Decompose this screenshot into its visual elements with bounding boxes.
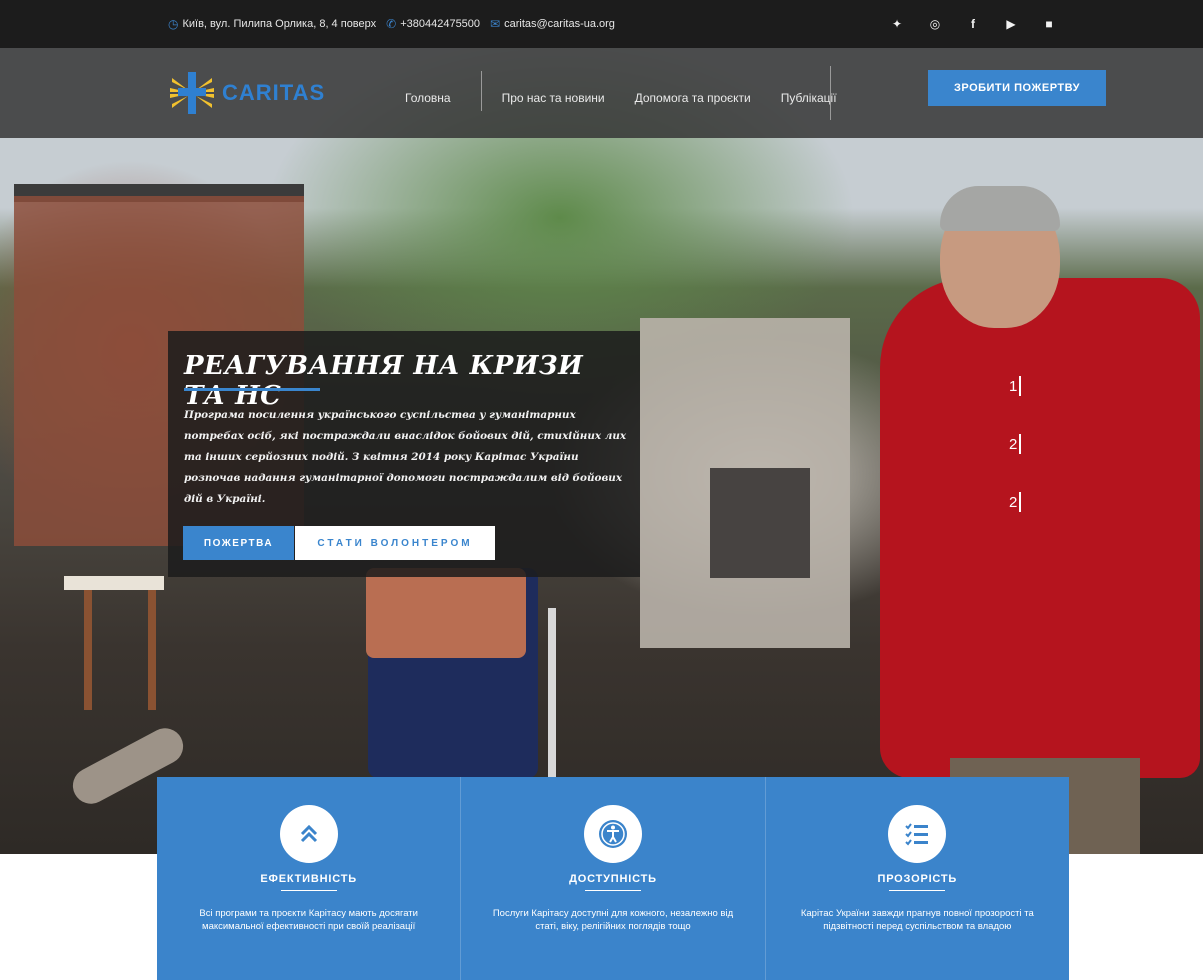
feature-divider <box>584 890 641 891</box>
slide-indicator[interactable]: 1 <box>1009 372 1022 400</box>
feature-title: ЕФЕКТИВНІСТЬ <box>260 873 357 885</box>
slide-indicator-bar <box>1019 376 1022 396</box>
feature-title: ПРОЗОРІСТЬ <box>877 873 958 885</box>
feature-divider <box>280 890 337 891</box>
slide-number: 2 <box>1009 493 1018 511</box>
hero-slider: CARITAS Головна Про нас та новини Допомо… <box>0 48 1203 854</box>
social-links: ✦ ◎ f ▶ ■ <box>886 13 1060 35</box>
values-section: ЕФЕКТИВНІСТЬ Всі програми та проєкти Кар… <box>157 777 1069 980</box>
slide-pagination: 1 2 2 <box>1009 372 1022 546</box>
instagram-icon[interactable]: ◎ <box>924 13 946 35</box>
hero-red-jacket <box>880 278 1200 778</box>
hero-burnt-blocks <box>710 468 810 578</box>
slide-title: РЕАГУВАННЯ НА КРИЗИ ТА НС <box>184 351 584 411</box>
address-text: Київ, вул. Пилипа Орлика, 8, 4 поверх <box>182 18 377 30</box>
hero-volunteer <box>880 158 1200 854</box>
hero-hair <box>940 186 1060 231</box>
slide-indicator[interactable]: 2 <box>1009 430 1022 458</box>
donate-header-button[interactable]: ЗРОБИТИ ПОЖЕРТВУ <box>928 70 1106 106</box>
feature-card-efficiency: ЕФЕКТИВНІСТЬ Всі програми та проєкти Кар… <box>157 777 462 980</box>
hero-person-sweater <box>366 568 526 658</box>
logo-wordmark: CARITAS <box>222 80 326 105</box>
feature-card-transparency: ПРОЗОРІСТЬ Карітас України завжди прагну… <box>765 777 1069 980</box>
nav-item-projects[interactable]: Допомога та проєкти <box>635 91 751 105</box>
slide-caption: РЕАГУВАННЯ НА КРИЗИ ТА НС Програма посил… <box>168 331 640 577</box>
feature-divider <box>889 890 946 891</box>
linkedin-icon[interactable]: ■ <box>1038 13 1060 35</box>
phone-item[interactable]: ✆ +380442475500 <box>386 17 480 31</box>
slide-number: 2 <box>1009 435 1018 453</box>
hero-stool-top <box>64 576 164 590</box>
slide-number: 1 <box>1009 377 1018 395</box>
nav-menu: Головна Про нас та новини Допомога та пр… <box>405 71 867 111</box>
slide-indicator-bar <box>1019 434 1022 454</box>
nav-item-publications[interactable]: Публікації <box>781 91 837 105</box>
address-item: ◷ Київ, вул. Пилипа Орлика, 8, 4 поверх <box>168 17 376 31</box>
hero-stool-leg <box>148 590 156 710</box>
slide-indicator-bar <box>1019 492 1022 512</box>
logo-cross-icon <box>168 70 216 116</box>
hero-stool-leg <box>84 590 92 710</box>
feature-card-accessibility: ДОСТУПНІСТЬ Послуги Карітасу доступні дл… <box>461 777 766 980</box>
email-item[interactable]: ✉ caritas@caritas-ua.org <box>490 17 615 31</box>
email-text[interactable]: caritas@caritas-ua.org <box>504 18 615 30</box>
feature-text: Послуги Карітасу доступні для кожного, н… <box>492 908 734 932</box>
feature-title: ДОСТУПНІСТЬ <box>569 873 657 885</box>
feature-text: Карітас України завжди прагнув повної пр… <box>800 908 1034 932</box>
top-contact-bar: ◷ Київ, вул. Пилипа Орлика, 8, 4 поверх … <box>0 0 1203 48</box>
nav-divider <box>480 71 482 111</box>
main-navigation: CARITAS Головна Про нас та новини Допомо… <box>0 48 1203 138</box>
facebook-icon[interactable]: f <box>962 13 984 35</box>
nav-item-about[interactable]: Про нас та новини <box>502 91 605 105</box>
caritas-logo[interactable]: CARITAS <box>168 70 358 116</box>
feature-text: Всі програми та проєкти Карітасу мають д… <box>199 908 418 932</box>
chevron-double-up-icon <box>279 805 338 863</box>
clock-icon: ◷ <box>168 17 179 31</box>
slide-description: Програма посилення українського суспільс… <box>184 409 627 505</box>
phone-text[interactable]: +380442475500 <box>400 18 480 30</box>
youtube-icon[interactable]: ▶ <box>1000 13 1022 35</box>
donation-button[interactable]: ПОЖЕРТВА <box>183 526 294 560</box>
slide-title-underline <box>184 388 320 391</box>
contact-info: ◷ Київ, вул. Пилипа Орлика, 8, 4 поверх … <box>168 17 615 31</box>
become-volunteer-button[interactable]: СТАТИ ВОЛОНТЕРОМ <box>295 526 495 560</box>
slide-indicator[interactable]: 2 <box>1009 488 1022 516</box>
accessibility-icon <box>583 805 642 863</box>
checklist-icon <box>888 805 947 863</box>
nav-item-home[interactable]: Головна <box>405 91 451 105</box>
nav-divider <box>830 66 831 120</box>
phone-icon: ✆ <box>386 17 397 31</box>
twitter-icon[interactable]: ✦ <box>886 13 908 35</box>
mail-icon: ✉ <box>490 17 501 31</box>
